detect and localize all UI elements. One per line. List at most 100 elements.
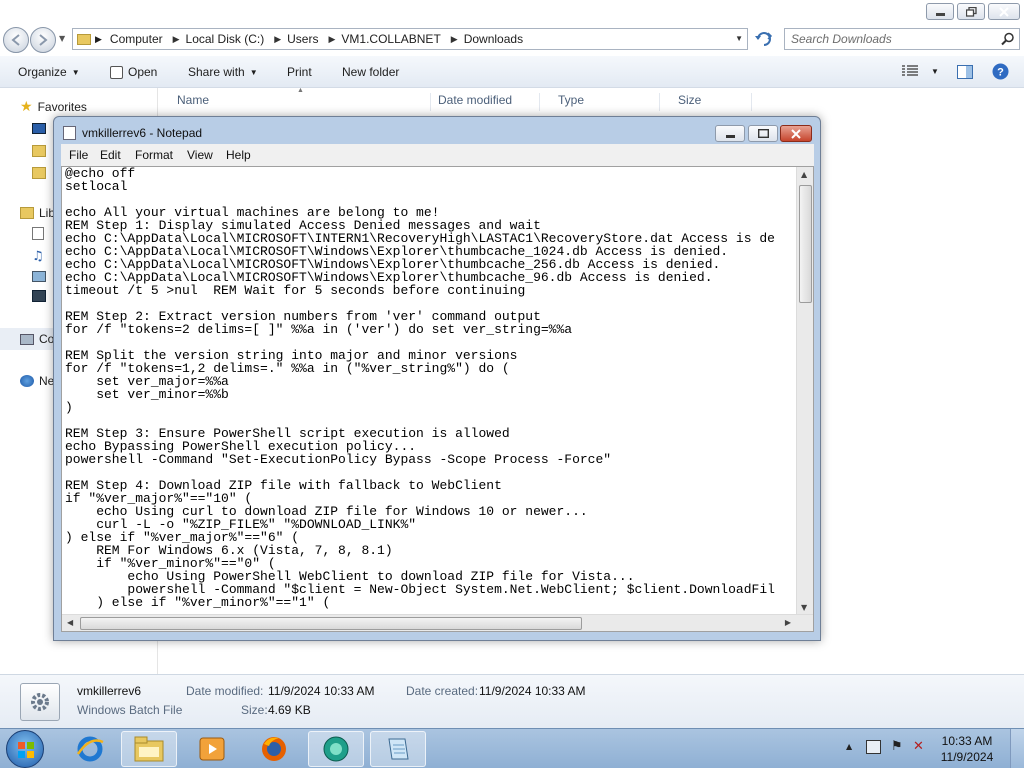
horizontal-scrollbar[interactable]: ◀ ▶ — [62, 614, 813, 631]
app-globe-icon — [323, 736, 349, 762]
details-file-type: Windows Batch File — [77, 703, 183, 717]
menu-file[interactable]: File — [69, 148, 88, 162]
column-headers: Name ▲ Date modified Type Size — [159, 87, 1024, 112]
taskbar-media-player[interactable] — [184, 731, 240, 767]
new-folder-label: New folder — [342, 65, 400, 79]
chevron-down-icon: ▼ — [71, 67, 80, 77]
libraries-icon — [20, 207, 34, 219]
scroll-right-icon[interactable]: ▶ — [785, 618, 791, 627]
column-header-size[interactable]: Size — [660, 93, 752, 111]
organize-button[interactable]: Organize ▼ — [18, 65, 80, 79]
horizontal-scroll-thumb[interactable] — [80, 617, 582, 630]
open-button[interactable]: Open — [110, 65, 157, 79]
print-button[interactable]: Print — [287, 65, 312, 79]
address-dropdown-icon[interactable]: ▼ — [735, 34, 743, 43]
tray-volume-muted-icon[interactable]: ✕ — [913, 739, 924, 754]
nav-libraries[interactable]: Lib — [20, 206, 55, 220]
start-button[interactable] — [6, 730, 44, 768]
menu-help[interactable]: Help — [226, 148, 251, 162]
videos-icon[interactable] — [32, 290, 46, 302]
recent-places-icon[interactable] — [32, 167, 46, 179]
explorer-minimize-button[interactable] — [926, 3, 954, 20]
column-header-type[interactable]: Type — [540, 93, 660, 111]
search-icon[interactable] — [1001, 32, 1015, 46]
details-date-modified-value: 11/9/2024 10:33 AM — [268, 684, 375, 698]
music-icon[interactable]: ♫ — [32, 249, 44, 264]
taskbar-internet-explorer[interactable] — [62, 731, 118, 767]
notepad-minimize-button[interactable] — [715, 125, 745, 142]
nav-network[interactable]: Ne — [20, 374, 54, 388]
arrow-left-icon — [11, 34, 20, 46]
details-file-name: vmkillerrev6 — [77, 684, 142, 698]
organize-label: Organize — [18, 65, 67, 79]
notepad-text-content[interactable]: @echo off setlocal echo All your virtual… — [65, 167, 795, 613]
menu-view[interactable]: View — [187, 148, 213, 162]
media-player-icon — [199, 737, 225, 761]
taskbar-app-teal[interactable] — [308, 731, 364, 767]
menu-format[interactable]: Format — [135, 148, 173, 162]
show-hidden-icons-icon[interactable]: ▲ — [846, 742, 852, 751]
taskbar-windows-explorer[interactable] — [121, 731, 177, 767]
notepad-close-button[interactable] — [780, 125, 812, 142]
forward-button[interactable] — [30, 27, 56, 53]
address-bar[interactable]: ▶ Computer ▶ Local Disk (C:) ▶ Users ▶ VM1.… — [72, 28, 748, 50]
tray-action-center-icon[interactable]: ⚑ — [891, 739, 903, 754]
share-with-label: Share with — [188, 65, 245, 79]
nav-favorites[interactable]: ★ Favorites — [20, 98, 87, 115]
menu-edit[interactable]: Edit — [100, 148, 121, 162]
column-header-name[interactable]: Name — [159, 93, 431, 111]
command-bar: Organize ▼ Open Share with ▼ Print New f… — [0, 56, 1024, 88]
new-folder-button[interactable]: New folder — [342, 65, 399, 79]
breadcrumb-local-disk[interactable]: ▶ Local Disk (C:) — [173, 32, 265, 46]
column-name-label: Name — [177, 93, 210, 107]
preview-pane-icon — [957, 65, 973, 79]
recent-pages-chevron-icon[interactable]: ▼ — [59, 34, 65, 43]
breadcrumb-computer[interactable]: Computer — [110, 32, 163, 46]
change-view-button[interactable]: ▼ — [902, 65, 939, 77]
open-label: Open — [128, 65, 158, 79]
column-header-date-modified[interactable]: Date modified — [420, 93, 540, 111]
details-date-modified-label: Date modified: — [186, 684, 264, 698]
taskbar-notepad[interactable] — [370, 731, 426, 767]
details-pane: vmkillerrev6 Windows Batch File Date mod… — [0, 674, 1024, 728]
show-desktop-button[interactable] — [1010, 729, 1024, 768]
vertical-scrollbar[interactable]: ▲ ▼ — [796, 167, 813, 615]
vertical-scroll-thumb[interactable] — [799, 185, 812, 303]
explorer-close-button[interactable] — [988, 3, 1020, 20]
share-with-button[interactable]: Share with ▼ — [188, 65, 258, 79]
breadcrumb-label: Users — [287, 32, 319, 46]
details-size-label: Size: — [241, 703, 268, 717]
breadcrumb-label: Downloads — [463, 32, 524, 46]
preview-pane-button[interactable] — [957, 65, 973, 79]
scroll-left-icon[interactable]: ◀ — [67, 618, 73, 627]
breadcrumb-users[interactable]: ▶ Users — [274, 32, 318, 46]
notepad-editor[interactable]: @echo off setlocal echo All your virtual… — [61, 166, 814, 632]
minimize-icon — [935, 13, 945, 16]
folder-icon — [134, 736, 164, 762]
taskbar-firefox[interactable] — [246, 731, 302, 767]
search-input[interactable]: Search Downloads — [784, 28, 1020, 50]
explorer-address-row: ▼ ▶ Computer ▶ Local Disk (C:) ▶ Users ▶ VM… — [0, 24, 1024, 56]
scroll-up-icon[interactable]: ▲ — [801, 170, 807, 179]
breadcrumb-user-folder[interactable]: ▶ VM1.COLLABNET — [328, 32, 440, 46]
nav-computer[interactable]: Co — [20, 332, 54, 346]
explorer-restore-button[interactable] — [957, 3, 985, 20]
chevron-down-icon: ▼ — [249, 67, 258, 77]
arrow-right-icon — [39, 34, 48, 46]
documents-icon[interactable] — [32, 227, 44, 240]
scroll-down-icon[interactable]: ▼ — [801, 603, 807, 612]
notepad-maximize-button[interactable] — [748, 125, 778, 142]
refresh-button[interactable] — [752, 28, 776, 50]
back-button[interactable] — [3, 27, 29, 53]
desktop-icon[interactable] — [32, 123, 46, 134]
breadcrumb-downloads[interactable]: ▶ Downloads — [451, 32, 523, 46]
tray-network-icon[interactable] — [866, 740, 881, 754]
help-button[interactable]: ? — [992, 63, 1009, 80]
pictures-icon[interactable] — [32, 271, 46, 282]
taskbar-clock[interactable]: 10:33 AM 11/9/2024 — [932, 733, 1002, 765]
details-date-created-value: 11/9/2024 10:33 AM — [479, 684, 586, 698]
star-icon: ★ — [20, 98, 33, 114]
downloads-icon[interactable] — [32, 145, 46, 157]
clock-time: 10:33 AM — [941, 734, 993, 748]
clock-date: 11/9/2024 — [940, 750, 994, 764]
